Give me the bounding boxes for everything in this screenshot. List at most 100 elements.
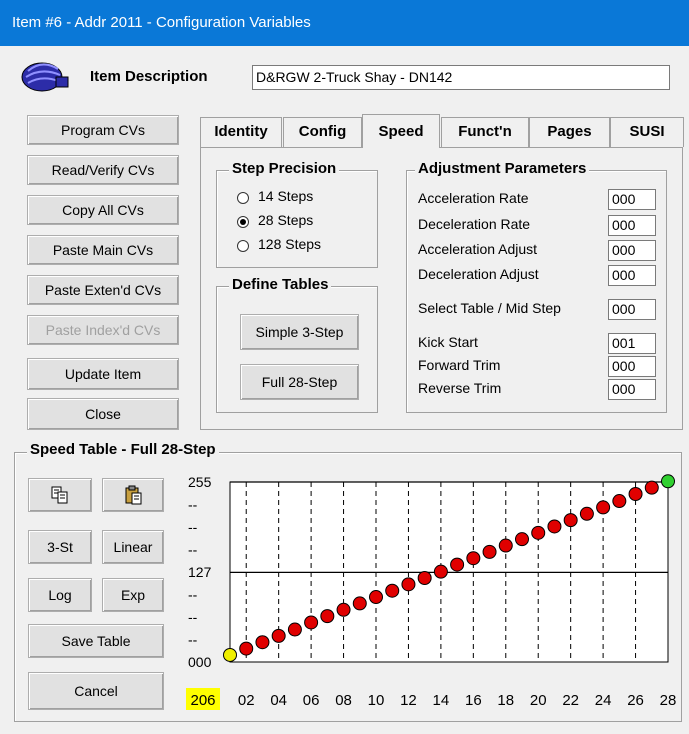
tab-pages[interactable]: Pages — [529, 117, 610, 147]
y-tick-label: 000 — [188, 654, 212, 670]
tab-functn[interactable]: Funct'n — [441, 117, 529, 147]
selected-value: 206 — [190, 692, 215, 709]
speed-table-title: Speed Table - Full 28-Step — [27, 441, 219, 458]
exp-button[interactable]: Exp — [102, 578, 164, 612]
y-tick-label: 255 — [188, 474, 212, 490]
decoder-chip-icon — [20, 57, 70, 95]
radio-14-steps[interactable] — [237, 192, 249, 204]
simple-3-step-button[interactable]: Simple 3-Step — [240, 314, 359, 350]
forward-trim-label: Forward Trim — [418, 357, 501, 373]
3-step-button[interactable]: 3-St — [28, 530, 92, 564]
deceleration-rate-field[interactable]: 000 — [608, 215, 656, 236]
acceleration-rate-label: Acceleration Rate — [418, 190, 529, 206]
x-tick-label: 28 — [660, 692, 677, 709]
window-title: Item #6 - Addr 2011 - Configuration Vari… — [12, 14, 311, 31]
copy-all-cvs-button[interactable]: Copy All CVs — [27, 195, 179, 225]
step-precision-title: Step Precision — [229, 160, 340, 177]
speed-step-point[interactable] — [320, 609, 335, 624]
speed-step-point[interactable] — [352, 596, 367, 611]
speed-step-point[interactable] — [304, 615, 319, 630]
read-verify-cvs-button[interactable]: Read/Verify CVs — [27, 155, 179, 185]
x-tick-label: 16 — [465, 692, 482, 709]
acceleration-rate-field[interactable]: 000 — [608, 189, 656, 210]
reverse-trim-field[interactable]: 000 — [608, 379, 656, 400]
log-button[interactable]: Log — [28, 578, 92, 612]
radio-128-steps[interactable] — [237, 240, 249, 252]
deceleration-adjust-field[interactable]: 000 — [608, 265, 656, 286]
acceleration-adjust-field[interactable]: 000 — [608, 240, 656, 261]
radio-28-steps-label: 28 Steps — [258, 212, 314, 228]
y-tick-label: -- — [188, 497, 198, 513]
paste-main-cvs-button[interactable]: Paste Main CVs — [27, 235, 179, 265]
y-tick-label: -- — [188, 542, 198, 558]
select-table-mid-step-label: Select Table / Mid Step — [418, 300, 561, 316]
speed-step-point[interactable] — [644, 480, 659, 495]
paste-indexd-cvs-button: Paste Index'd CVs — [27, 315, 179, 345]
y-tick-label: -- — [188, 519, 198, 535]
speed-step-point[interactable] — [482, 544, 497, 559]
speed-step-point[interactable] — [450, 557, 465, 572]
x-tick-label: 02 — [238, 692, 255, 709]
x-tick-label: 18 — [497, 692, 514, 709]
forward-trim-field[interactable]: 000 — [608, 356, 656, 377]
speed-step-point[interactable] — [661, 474, 675, 489]
deceleration-rate-label: Deceleration Rate — [418, 216, 531, 232]
select-table-mid-step-field[interactable]: 000 — [608, 299, 656, 320]
x-tick-label: 10 — [368, 692, 385, 709]
linear-button[interactable]: Linear — [102, 530, 164, 564]
copy-icon — [51, 486, 68, 504]
speed-step-point[interactable] — [563, 513, 578, 528]
define-tables-title: Define Tables — [229, 276, 332, 293]
speed-step-point[interactable] — [336, 602, 351, 617]
speed-step-point[interactable] — [287, 622, 302, 637]
title-bar: Item #6 - Addr 2011 - Configuration Vari… — [0, 0, 689, 46]
speed-step-point[interactable] — [612, 494, 627, 509]
paste-extend-cvs-button[interactable]: Paste Exten'd CVs — [27, 275, 179, 305]
x-tick-label: 14 — [433, 692, 450, 709]
tab-identity[interactable]: Identity — [200, 117, 282, 147]
y-tick-label: -- — [188, 632, 198, 648]
radio-28-steps[interactable] — [237, 216, 249, 228]
paste-table-button[interactable] — [102, 478, 164, 512]
speed-step-point[interactable] — [628, 487, 643, 501]
acceleration-adjust-label: Acceleration Adjust — [418, 241, 538, 257]
tab-susi[interactable]: SUSI — [610, 117, 684, 147]
x-tick-label: 04 — [270, 692, 287, 709]
kick-start-label: Kick Start — [418, 334, 478, 350]
speed-step-point[interactable] — [271, 628, 286, 643]
speed-step-point[interactable] — [547, 519, 562, 534]
item-description-label: Item Description — [90, 68, 208, 85]
speed-step-point[interactable] — [223, 647, 237, 662]
speed-step-point[interactable] — [596, 500, 611, 515]
speed-step-point[interactable] — [385, 583, 400, 598]
close-button[interactable]: Close — [27, 398, 179, 430]
x-tick-label: 06 — [303, 692, 320, 709]
speed-step-point[interactable] — [466, 551, 481, 566]
radio-14-steps-label: 14 Steps — [258, 188, 314, 204]
item-description-field[interactable]: D&RGW 2-Truck Shay - DN142 — [252, 65, 670, 90]
program-cvs-button[interactable]: Program CVs — [27, 115, 179, 145]
speed-step-point[interactable] — [515, 532, 529, 547]
speed-step-point[interactable] — [401, 577, 416, 592]
speed-step-point[interactable] — [369, 590, 383, 605]
tab-speed[interactable]: Speed — [362, 114, 440, 148]
y-tick-label: 127 — [188, 564, 212, 580]
speed-step-point[interactable] — [531, 525, 546, 540]
speed-step-point[interactable] — [417, 571, 432, 585]
x-tick-label: 24 — [595, 692, 612, 709]
save-table-button[interactable]: Save Table — [28, 624, 164, 658]
speed-step-point[interactable] — [255, 635, 270, 650]
speed-step-point[interactable] — [239, 641, 254, 656]
tab-config[interactable]: Config — [283, 117, 362, 147]
cancel-button[interactable]: Cancel — [28, 672, 164, 710]
speed-step-point[interactable] — [498, 538, 513, 553]
x-tick-label: 12 — [400, 692, 417, 709]
update-item-button[interactable]: Update Item — [27, 358, 179, 390]
speed-step-point[interactable] — [433, 564, 448, 579]
speed-table-chart[interactable]: 255 -- -- -- 127 -- -- -- 000 206 02 04 06 08 10 12 14 1… — [180, 462, 680, 722]
copy-table-button[interactable] — [28, 478, 92, 512]
x-tick-label: 08 — [335, 692, 352, 709]
kick-start-field[interactable]: 001 — [608, 333, 656, 354]
speed-step-point[interactable] — [579, 506, 594, 521]
full-28-step-button[interactable]: Full 28-Step — [240, 364, 359, 400]
